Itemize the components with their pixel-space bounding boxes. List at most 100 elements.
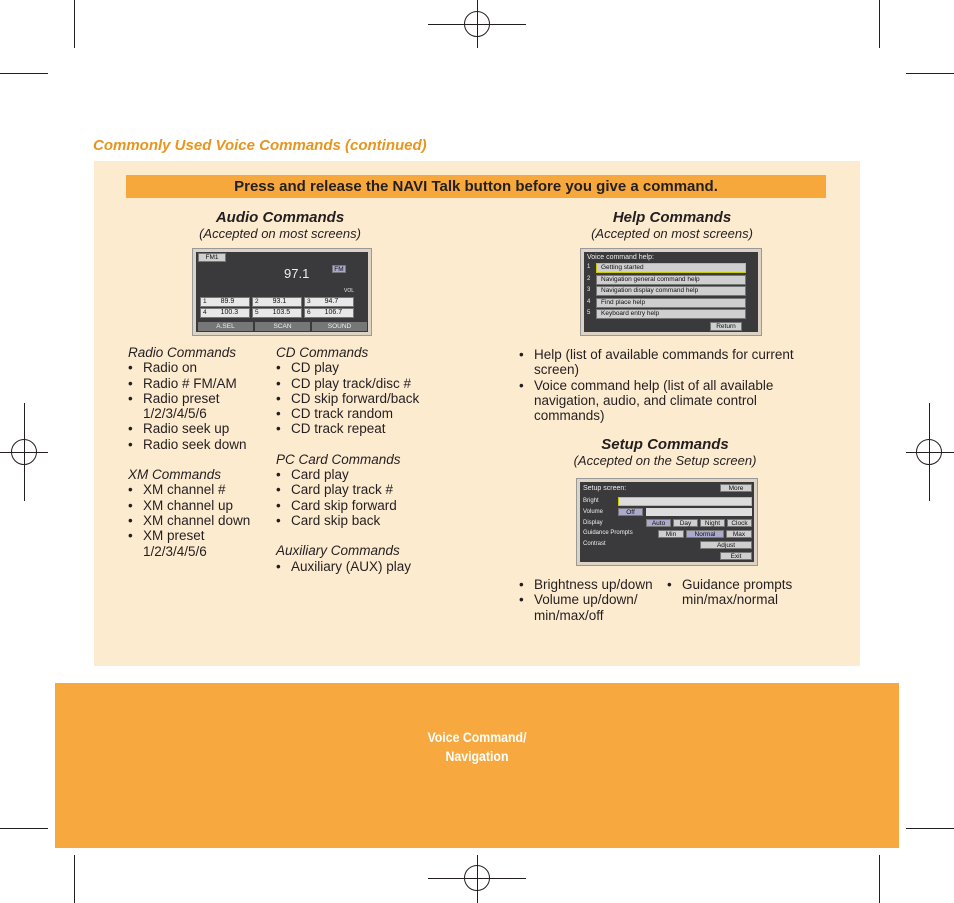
crop-mark — [879, 855, 880, 903]
group-title: CD Commands — [276, 345, 369, 360]
help-item-number: 2 — [587, 275, 591, 282]
display-option: Clock — [727, 519, 752, 527]
prompt-option: Min — [658, 530, 684, 538]
group-title: Auxiliary Commands — [276, 543, 400, 559]
command-item: Auxiliary (AUX) play — [276, 559, 446, 575]
command-list: Auxiliary (AUX) play — [276, 559, 446, 575]
command-item: CD skip forward/back — [276, 391, 446, 407]
setup-screen-image: Setup screen: More Off Adjust Exit Brigh… — [576, 478, 758, 566]
display-option: Auto — [646, 519, 671, 527]
preset-frequency: 89.9 — [220, 298, 235, 305]
setup-row-label: Bright — [583, 498, 599, 504]
group-title: XM Commands — [128, 467, 222, 483]
preset-frequency: 94.7 — [324, 298, 339, 305]
setup-row-label: Display — [583, 519, 603, 526]
exit-button: Exit — [720, 552, 752, 560]
band-label: FM1 — [198, 253, 226, 262]
command-item: Card skip forward — [276, 498, 446, 514]
preset-number: 1 — [203, 298, 207, 305]
registration-mark — [464, 11, 490, 37]
preset-button: 4 100.3 — [200, 308, 250, 318]
footer-line-2: Navigation — [445, 748, 509, 764]
registration-mark — [916, 439, 942, 465]
audio-screen-image: FM1 97.1 FM VOL 1 89.9 2 93.1 3 94.7 4 100.3 5 10… — [192, 248, 372, 336]
audio-heading: Audio Commands — [215, 209, 345, 226]
audio-soft-button: SCAN — [255, 322, 310, 331]
preset-button: 1 89.9 — [200, 297, 250, 307]
audio-subheading: (Accepted on most screens) — [199, 226, 361, 241]
frequency: 97.1 — [284, 266, 310, 281]
preset-number: 2 — [255, 298, 259, 305]
display-option: Day — [673, 519, 698, 527]
preset-frequency: 106.7 — [324, 309, 343, 316]
group-title: PC Card Commands — [276, 451, 401, 467]
help-heading: Help Commands — [612, 209, 732, 226]
prompt-option: Max — [726, 530, 752, 538]
help-item-number: 3 — [587, 287, 591, 293]
command-item: XM channel down — [128, 513, 268, 529]
crop-mark — [879, 0, 880, 48]
preset-button: 2 93.1 — [252, 297, 302, 307]
brightness-slider — [618, 497, 752, 506]
preset-button: 6 106.7 — [304, 308, 354, 318]
command-item: XM channel # — [128, 482, 268, 498]
command-list: Radio onRadio # FM/AMRadio preset 1/2/3/… — [128, 360, 268, 452]
help-item-number: 4 — [587, 298, 591, 305]
command-item: Radio preset 1/2/3/4/5/6 — [128, 391, 268, 422]
command-item: CD play track/disc # — [276, 376, 446, 392]
preset-button: 5 103.5 — [252, 308, 302, 318]
command-item: Radio seek up — [128, 421, 268, 437]
setup-subheading: (Accepted on the Setup screen) — [573, 453, 757, 468]
registration-mark — [11, 439, 37, 465]
preset-number: 3 — [307, 298, 311, 305]
group-title: Radio Commands — [128, 345, 237, 360]
command-item: Guidance prompts min/max/normal — [667, 577, 807, 608]
command-item: Brightness up/down — [519, 577, 664, 593]
display-option: Night — [700, 519, 725, 527]
help-item: Navigation general command help — [596, 274, 746, 285]
audio-soft-button: A.SEL — [198, 322, 253, 331]
preset-frequency: 103.5 — [272, 309, 291, 316]
command-list: CD playCD play track/disc #CD skip forwa… — [276, 360, 446, 437]
setup-heading: Setup Commands — [601, 436, 729, 453]
command-item: Radio # FM/AM — [128, 376, 268, 392]
command-item: CD play — [276, 360, 446, 376]
preset-number: 4 — [203, 309, 207, 316]
preset-number: 6 — [307, 309, 311, 316]
crop-mark — [74, 855, 75, 903]
command-item: XM channel up — [128, 498, 268, 514]
footer-section-label: Voice Command/ Navigation — [57, 728, 897, 766]
command-item: Volume up/down/ min/max/off — [519, 592, 664, 623]
more-button: More — [720, 484, 752, 492]
setup-screen-title: Setup screen: — [583, 485, 627, 492]
help-item-number: 5 — [587, 310, 591, 316]
setup-row-label: Guidance Prompts — [583, 530, 633, 537]
fm-button: FM — [332, 265, 346, 273]
help-subheading: (Accepted on most screens) — [591, 226, 753, 241]
crop-mark — [0, 828, 48, 829]
vol-label: VOL — [344, 288, 355, 294]
preset-frequency: 100.3 — [220, 309, 239, 316]
crop-mark — [0, 73, 48, 74]
command-item: Voice command help (list of all availabl… — [519, 378, 819, 424]
return-button: Return — [710, 322, 742, 331]
instruction-banner: Press and release the NAVI Talk button b… — [126, 175, 826, 198]
command-item: Card play — [276, 467, 446, 483]
help-item: Keyboard entry help — [596, 309, 746, 319]
command-item: Card skip back — [276, 513, 446, 529]
command-item: Card play track # — [276, 482, 446, 498]
help-item: Navigation display command help — [596, 286, 746, 296]
crop-mark — [906, 73, 954, 74]
adjust-button: Adjust — [700, 541, 752, 549]
command-item: Help (list of available commands for cur… — [519, 347, 819, 378]
command-item: XM preset 1/2/3/4/5/6 — [128, 528, 268, 559]
command-list: XM channel #XM channel upXM channel down… — [128, 482, 268, 558]
crop-mark — [74, 0, 75, 48]
preset-button: 3 94.7 — [304, 297, 354, 307]
command-item: Radio seek down — [128, 437, 268, 453]
volume-slider — [646, 508, 752, 516]
preset-frequency: 93.1 — [272, 298, 287, 305]
help-item: Getting started — [596, 263, 746, 273]
audio-soft-button: SOUND — [312, 322, 367, 331]
